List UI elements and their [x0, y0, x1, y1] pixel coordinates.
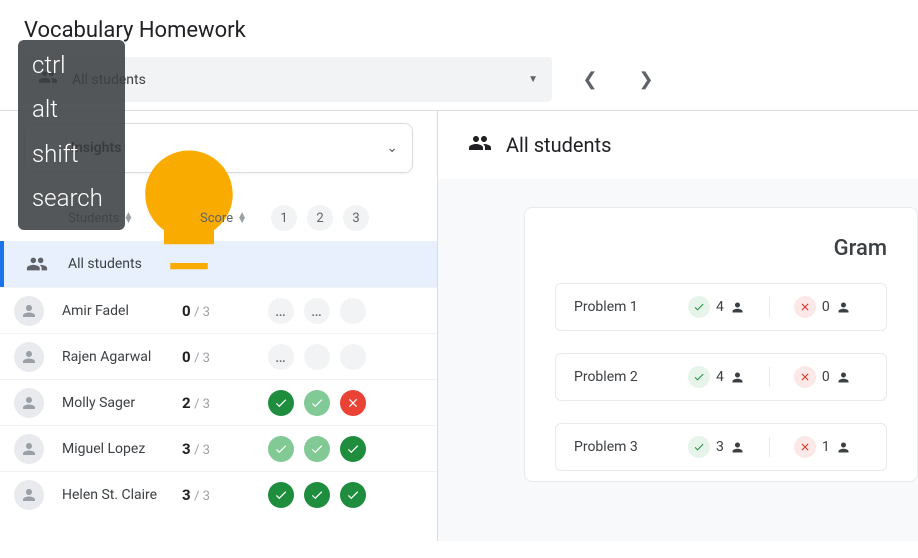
check-icon [688, 436, 710, 458]
status-wrong-icon [340, 390, 366, 416]
card-title: Gram [555, 236, 887, 261]
status-cells: …… [262, 298, 366, 324]
student-row[interactable]: Miguel Lopez3 / 3 [0, 425, 437, 471]
student-name: Helen St. Claire [62, 487, 182, 503]
kbd-search: search [32, 179, 103, 217]
person-icon [730, 440, 745, 455]
status-empty-icon [340, 344, 366, 370]
student-row[interactable]: Helen St. Claire3 / 3 [0, 471, 437, 517]
kbd-ctrl: ctrl [32, 46, 103, 84]
problem-row[interactable]: Problem 3 3 1 [555, 423, 887, 471]
score-cell: 0 / 3 [182, 302, 262, 320]
problem-label: Problem 1 [574, 299, 664, 315]
chevron-down-icon: ⌄ [386, 140, 398, 156]
divider [769, 367, 770, 387]
wrong-count: 1 [794, 436, 851, 458]
score-cell: 0 / 3 [182, 348, 262, 366]
prev-student-button[interactable]: ❮ [572, 62, 608, 98]
student-name: Rajen Agarwal [62, 349, 182, 365]
person-icon [836, 370, 851, 385]
people-icon [468, 131, 492, 159]
problem-row[interactable]: Problem 2 4 0 [555, 353, 887, 401]
problem-label: Problem 3 [574, 439, 664, 455]
student-row[interactable]: Rajen Agarwal0 / 3 … [0, 333, 437, 379]
details-panel: All students Gram Problem 1 4 0 Problem 2 4 0… [438, 111, 918, 541]
status-correct-icon [340, 436, 366, 462]
avatar [14, 434, 44, 464]
filter-label: All students [72, 72, 514, 88]
x-icon [794, 366, 816, 388]
problem-label: Problem 2 [574, 369, 664, 385]
status-cells [262, 482, 366, 508]
student-row[interactable]: Molly Sager2 / 3 [0, 379, 437, 425]
correct-count: 4 [688, 366, 745, 388]
summary-card: Gram Problem 1 4 0 Problem 2 4 0 Problem 3 3 1 [524, 207, 918, 482]
status-cells [262, 390, 366, 416]
x-icon [794, 296, 816, 318]
person-icon [836, 300, 851, 315]
x-icon [794, 436, 816, 458]
divider [769, 437, 770, 457]
score-cell: 3 / 3 [182, 440, 262, 458]
student-name: Molly Sager [62, 395, 182, 411]
people-icon [26, 253, 48, 275]
wrong-count: 0 [794, 296, 851, 318]
status-partial-icon [304, 390, 330, 416]
student-name: All students [68, 256, 188, 272]
person-icon [836, 440, 851, 455]
status-cells: … [262, 344, 366, 370]
status-correct-icon [268, 482, 294, 508]
student-row[interactable]: Amir Fadel0 / 3…… [0, 287, 437, 333]
student-name: Miguel Lopez [62, 441, 182, 457]
kbd-alt: alt [32, 90, 103, 128]
wrong-count: 0 [794, 366, 851, 388]
score-column-header[interactable]: Score ▲▼ [165, 211, 265, 226]
avatar [14, 296, 44, 326]
correct-count: 4 [688, 296, 745, 318]
status-cells [262, 436, 366, 462]
check-icon [688, 296, 710, 318]
score-cell: 3 / 3 [182, 486, 262, 504]
sort-icon: ▲▼ [124, 213, 134, 223]
divider [769, 297, 770, 317]
page-title: Vocabulary Homework [0, 0, 918, 57]
avatar [14, 342, 44, 372]
keyboard-hint-overlay: ctrl alt shift search [18, 40, 125, 230]
sort-icon: ▲▼ [237, 213, 247, 223]
caret-down-icon: ▼ [528, 74, 538, 85]
status-correct-icon [268, 390, 294, 416]
details-header: All students [438, 111, 918, 179]
details-title: All students [506, 133, 611, 157]
problem-column-1[interactable]: 1 [271, 205, 297, 231]
problem-column-3[interactable]: 3 [343, 205, 369, 231]
problem-row[interactable]: Problem 1 4 0 [555, 283, 887, 331]
student-name: Amir Fadel [62, 303, 182, 319]
status-pending-icon: … [268, 298, 294, 324]
avatar [14, 388, 44, 418]
score-cell: 2 / 3 [182, 394, 262, 412]
problem-column-2[interactable]: 2 [307, 205, 333, 231]
status-partial-icon [268, 436, 294, 462]
status-empty-icon [340, 298, 366, 324]
kbd-shift: shift [32, 135, 103, 173]
person-icon [730, 370, 745, 385]
avatar [14, 480, 44, 510]
person-icon [730, 300, 745, 315]
status-pending-icon: … [304, 298, 330, 324]
next-student-button[interactable]: ❯ [628, 62, 664, 98]
status-correct-icon [304, 482, 330, 508]
status-correct-icon [340, 482, 366, 508]
status-empty-icon [304, 344, 330, 370]
check-icon [688, 366, 710, 388]
correct-count: 3 [688, 436, 745, 458]
status-partial-icon [304, 436, 330, 462]
status-pending-icon: … [268, 344, 294, 370]
